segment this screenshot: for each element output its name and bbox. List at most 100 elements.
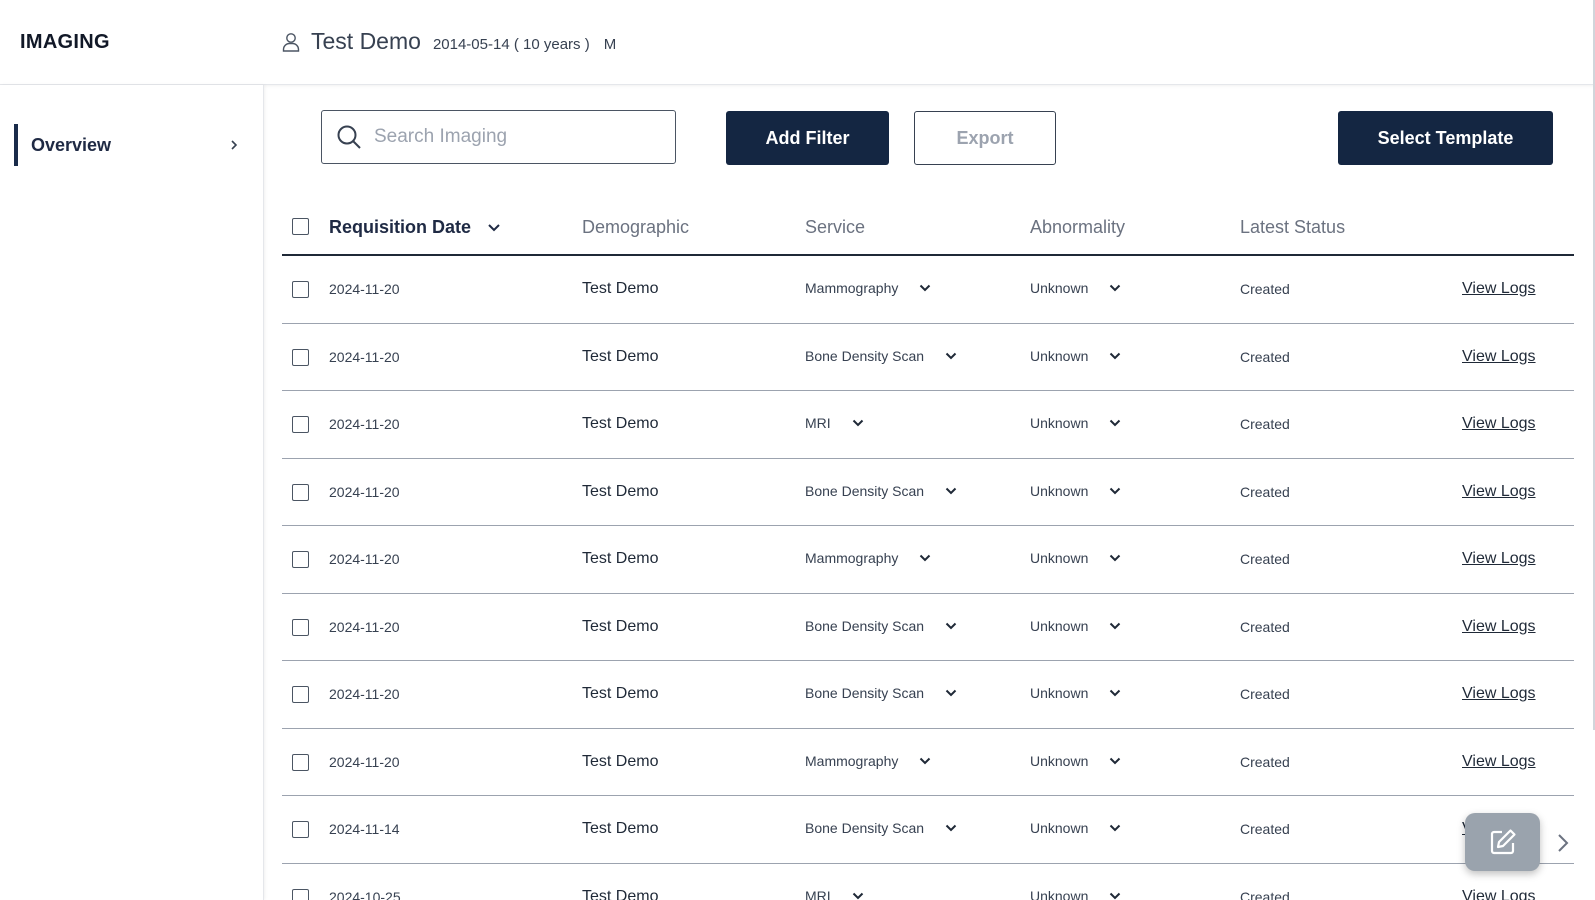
view-logs-link[interactable]: View Logs <box>1462 685 1536 703</box>
table-row: 2024-11-20 Test Demo Mammography Unknown Cre… <box>282 729 1574 796</box>
patient-banner: Test Demo 2014-05-14 ( 10 years ) M <box>282 28 616 55</box>
demographic-name: Test Demo <box>582 482 659 500</box>
abnormality-dropdown[interactable]: Unknown <box>1030 618 1122 634</box>
view-logs-link[interactable]: View Logs <box>1462 550 1536 568</box>
chevron-down-icon <box>1110 892 1121 899</box>
chevron-down-icon <box>1110 487 1121 494</box>
demographic-name: Test Demo <box>582 550 659 567</box>
user-icon <box>282 32 300 52</box>
add-filter-button[interactable]: Add Filter <box>726 111 889 165</box>
select-all-checkbox[interactable] <box>292 218 309 235</box>
row-checkbox[interactable] <box>292 753 309 771</box>
demographic-name: Test Demo <box>582 415 659 432</box>
abnormality-dropdown[interactable]: Unknown <box>1030 415 1122 431</box>
abnormality-value: Unknown <box>1030 482 1089 499</box>
select-template-button[interactable]: Select Template <box>1338 111 1553 165</box>
abnormality-dropdown[interactable]: Unknown <box>1030 820 1122 836</box>
demographic-name: Test Demo <box>582 280 659 297</box>
abnormality-dropdown[interactable]: Unknown <box>1030 753 1122 769</box>
service-dropdown[interactable]: Bone Density Scan <box>805 685 958 701</box>
table-header: Requisition Date Demographic Service Abn… <box>282 200 1574 256</box>
row-checkbox[interactable] <box>292 888 309 900</box>
demographic-name: Test Demo <box>582 820 659 837</box>
service-value: Bone Density Scan <box>805 617 925 634</box>
abnormality-value: Unknown <box>1030 347 1089 364</box>
sidebar-item-label: Overview <box>31 134 112 155</box>
service-dropdown[interactable]: Bone Density Scan <box>805 820 958 836</box>
view-logs-link[interactable]: View Logs <box>1462 415 1536 433</box>
abnormality-dropdown[interactable]: Unknown <box>1030 685 1122 701</box>
sidebar: Overview <box>0 85 264 900</box>
service-dropdown[interactable]: Mammography <box>805 280 932 296</box>
export-button[interactable]: Export <box>914 111 1056 165</box>
requisition-date: 2024-11-20 <box>329 753 400 770</box>
row-checkbox[interactable] <box>292 618 309 636</box>
service-dropdown[interactable]: Bone Density Scan <box>805 618 958 634</box>
service-dropdown[interactable]: Mammography <box>805 753 932 769</box>
chevron-down-icon <box>1110 352 1121 359</box>
chevron-down-icon <box>1110 689 1121 697</box>
status-text: Created <box>1240 618 1290 635</box>
chevron-down-icon <box>920 757 931 764</box>
service-value: Bone Density Scan <box>805 347 925 364</box>
abnormality-dropdown[interactable]: Unknown <box>1030 550 1122 566</box>
service-value: Mammography <box>805 550 899 566</box>
chevron-down-icon <box>945 824 957 832</box>
row-checkbox[interactable] <box>292 281 309 298</box>
row-checkbox[interactable] <box>292 483 309 501</box>
table-row: 2024-11-20 Test Demo Bone Density Scan Unkn… <box>282 594 1574 661</box>
service-value: MRI <box>805 887 831 900</box>
status-text: Created <box>1240 821 1290 837</box>
table-row: 2024-11-20 Test Demo Bone Density Scan Unkn… <box>282 459 1574 526</box>
row-checkbox[interactable] <box>292 551 309 568</box>
search-input[interactable] <box>374 126 644 148</box>
row-checkbox[interactable] <box>292 686 309 703</box>
view-logs-link[interactable]: View Logs <box>1462 483 1536 501</box>
service-dropdown[interactable]: Bone Density Scan <box>805 348 958 364</box>
search-icon <box>337 125 361 149</box>
search-box[interactable] <box>321 110 676 164</box>
demographic-name: Test Demo <box>582 887 659 900</box>
service-value: Mammography <box>805 280 899 296</box>
service-dropdown[interactable]: Mammography <box>805 550 932 566</box>
chevron-down-icon <box>1110 757 1121 764</box>
service-dropdown[interactable]: MRI <box>805 888 865 900</box>
requisition-date: 2024-11-20 <box>329 281 400 297</box>
service-dropdown[interactable]: Bone Density Scan <box>805 483 958 499</box>
abnormality-value: Unknown <box>1030 617 1089 634</box>
column-header-abnormality: Abnormality <box>1030 217 1126 237</box>
row-checkbox[interactable] <box>292 416 309 433</box>
abnormality-dropdown[interactable]: Unknown <box>1030 280 1122 296</box>
chevron-down-icon <box>1110 284 1121 292</box>
requisition-date: 2024-11-20 <box>329 551 400 567</box>
service-dropdown[interactable]: MRI <box>805 415 865 431</box>
abnormality-value: Unknown <box>1030 685 1089 701</box>
chevron-right-icon[interactable] <box>1555 832 1571 854</box>
requisition-date: 2024-11-20 <box>329 483 400 500</box>
chevron-down-icon <box>1110 554 1121 562</box>
edit-fab-button[interactable] <box>1465 813 1540 871</box>
column-header-requisition-date[interactable]: Requisition Date <box>329 217 471 238</box>
requisition-date: 2024-11-20 <box>329 348 400 365</box>
abnormality-dropdown[interactable]: Unknown <box>1030 483 1122 499</box>
abnormality-dropdown[interactable]: Unknown <box>1030 888 1122 900</box>
chevron-down-icon <box>852 892 863 899</box>
view-logs-link[interactable]: View Logs <box>1462 888 1536 900</box>
table-row: 2024-11-14 Test Demo Bone Density Scan Unkn… <box>282 796 1574 864</box>
patient-name: Test Demo <box>311 28 421 54</box>
chevron-down-icon <box>1110 824 1121 832</box>
view-logs-link[interactable]: View Logs <box>1462 280 1536 298</box>
row-checkbox[interactable] <box>292 821 309 838</box>
imaging-table: Requisition Date Demographic Service Abn… <box>282 200 1574 900</box>
status-text: Created <box>1240 416 1290 432</box>
view-logs-link[interactable]: View Logs <box>1462 753 1536 771</box>
row-checkbox[interactable] <box>292 348 309 366</box>
sidebar-item-overview[interactable]: Overview <box>14 124 244 166</box>
service-value: Mammography <box>805 752 899 769</box>
view-logs-link[interactable]: View Logs <box>1462 618 1536 636</box>
table-row: 2024-11-20 Test Demo Bone Density Scan Unkn… <box>282 324 1574 391</box>
column-header-service: Service <box>805 217 866 237</box>
sort-chevron-down-icon[interactable] <box>486 220 502 236</box>
view-logs-link[interactable]: View Logs <box>1462 348 1536 366</box>
abnormality-dropdown[interactable]: Unknown <box>1030 348 1122 364</box>
